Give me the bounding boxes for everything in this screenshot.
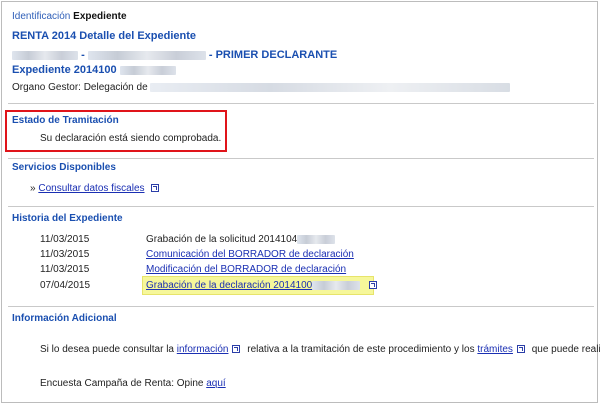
redacted-delegacion (150, 82, 511, 92)
breadcrumb-identificacion-link[interactable]: Identificación (12, 11, 70, 22)
estado-text: Su declaración está siendo comprobada. (40, 133, 222, 144)
divider (8, 206, 594, 207)
breadcrumb-current: Expediente (73, 11, 127, 22)
external-link-icon[interactable] (151, 184, 160, 193)
redacted-number (312, 280, 361, 290)
expediente-line: Expediente 2014100 (12, 64, 176, 76)
page-title: RENTA 2014 Detalle del Expediente (12, 30, 197, 42)
declarant-separator: - (81, 49, 85, 61)
organo-label: Organo Gestor: Delegación de (12, 82, 148, 93)
history-entry: Grabación de la solicitud 2014104 (146, 234, 336, 245)
history-entry: Grabación de la declaración 2014100 (146, 280, 378, 291)
informacion-link[interactable]: información (177, 344, 229, 355)
historia-title: Historia del Expediente (12, 213, 123, 224)
encuesta-text: Encuesta Campaña de Renta: Opine (40, 378, 204, 389)
modificacion-borrador-link[interactable]: Modificación del BORRADOR de declaración (146, 264, 346, 275)
info-text: Si lo desea puede consultar la informaci… (40, 344, 600, 355)
redacted-name-1 (12, 50, 78, 60)
page-frame (1, 1, 598, 403)
history-entry-text: Grabación de la solicitud 2014104 (146, 234, 298, 245)
grabacion-declaracion-link[interactable]: Grabación de la declaración 2014100 (146, 280, 312, 291)
info-title: Información Adicional (12, 313, 117, 324)
redacted-name-2 (87, 50, 206, 60)
servicios-item: » Consultar datos fiscales (30, 183, 160, 194)
history-date: 11/03/2015 (40, 234, 90, 245)
info-before: Si lo desea puede consultar la (40, 344, 174, 355)
organo-gestor: Organo Gestor: Delegación de (12, 82, 511, 93)
divider (8, 158, 594, 159)
info-middle: relativa a la tramitación de este proced… (247, 344, 475, 355)
comunicacion-borrador-link[interactable]: Comunicación del BORRADOR de declaración (146, 249, 354, 260)
estado-title: Estado de Tramitación (12, 115, 119, 126)
encuesta-aqui-link[interactable]: aquí (206, 378, 225, 389)
external-link-icon[interactable] (516, 345, 525, 354)
history-date: 11/03/2015 (40, 264, 90, 275)
external-link-icon[interactable] (369, 281, 378, 290)
divider (8, 306, 594, 307)
bullet: » (30, 183, 36, 194)
history-date: 11/03/2015 (40, 249, 90, 260)
history-date: 07/04/2015 (40, 280, 91, 291)
servicios-title: Servicios Disponibles (12, 162, 116, 173)
info-after: que puede realizar. (531, 344, 600, 355)
external-link-icon[interactable] (232, 345, 241, 354)
redacted-expediente (119, 65, 176, 75)
consultar-datos-fiscales-link[interactable]: Consultar datos fiscales (38, 183, 144, 194)
redacted-number (297, 234, 336, 244)
expediente-number: Expediente 2014100 (12, 64, 117, 76)
divider (8, 103, 594, 104)
breadcrumb: Identificación Expediente (12, 11, 127, 22)
declarant-line: - - PRIMER DECLARANTE (12, 49, 337, 61)
encuesta-line: Encuesta Campaña de Renta: Opine aquí (40, 378, 226, 389)
tramites-link[interactable]: trámites (477, 344, 513, 355)
declarant-role: - PRIMER DECLARANTE (208, 49, 338, 61)
